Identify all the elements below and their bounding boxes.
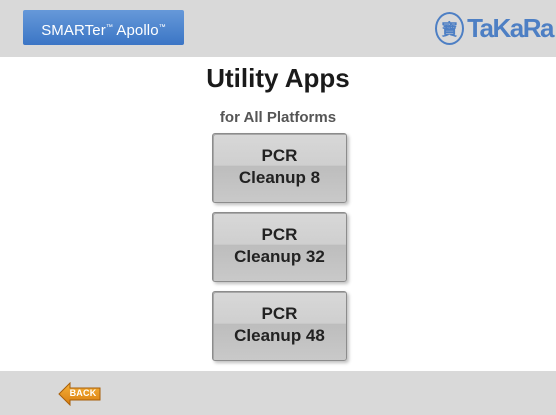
app-button-line2: Cleanup 32 [234, 247, 325, 266]
back-button[interactable]: BACK [58, 382, 102, 406]
logo-wordmark: TaKaRa [467, 13, 554, 43]
product-badge: SMARTer™ Apollo™ [23, 10, 184, 45]
brand-name: SMARTer [41, 22, 106, 39]
page-title: Utility Apps [206, 63, 350, 93]
footer-bar: BACK [0, 371, 556, 415]
takara-logo: 寶 TaKaRa [435, 9, 554, 47]
app-button-line1: PCR [261, 146, 298, 165]
app-button-pcr-cleanup-32[interactable]: PCR Cleanup 32 [212, 212, 347, 282]
product-name: Apollo [116, 22, 159, 39]
app-button-line1: PCR [261, 225, 298, 244]
product-trademark: ™ [158, 24, 166, 31]
brand-trademark: ™ [105, 24, 113, 31]
page-subtitle: for All Platforms [219, 109, 337, 126]
takara-seal-icon: 寶 [435, 11, 465, 45]
app-button-pcr-cleanup-8[interactable]: PCR Cleanup 8 [212, 133, 347, 203]
app-button-line2: Cleanup 48 [234, 326, 325, 345]
header-bar: SMARTer™ Apollo™ 寶 TaKaRa [0, 0, 556, 57]
app-button-pcr-cleanup-48[interactable]: PCR Cleanup 48 [212, 291, 347, 361]
app-button-line2: Cleanup 8 [238, 168, 321, 187]
app-button-line1: PCR [261, 304, 298, 323]
app-screen: SMARTer™ Apollo™ 寶 TaKaRa Utility Apps f… [0, 0, 556, 415]
back-label: BACK [69, 388, 97, 398]
